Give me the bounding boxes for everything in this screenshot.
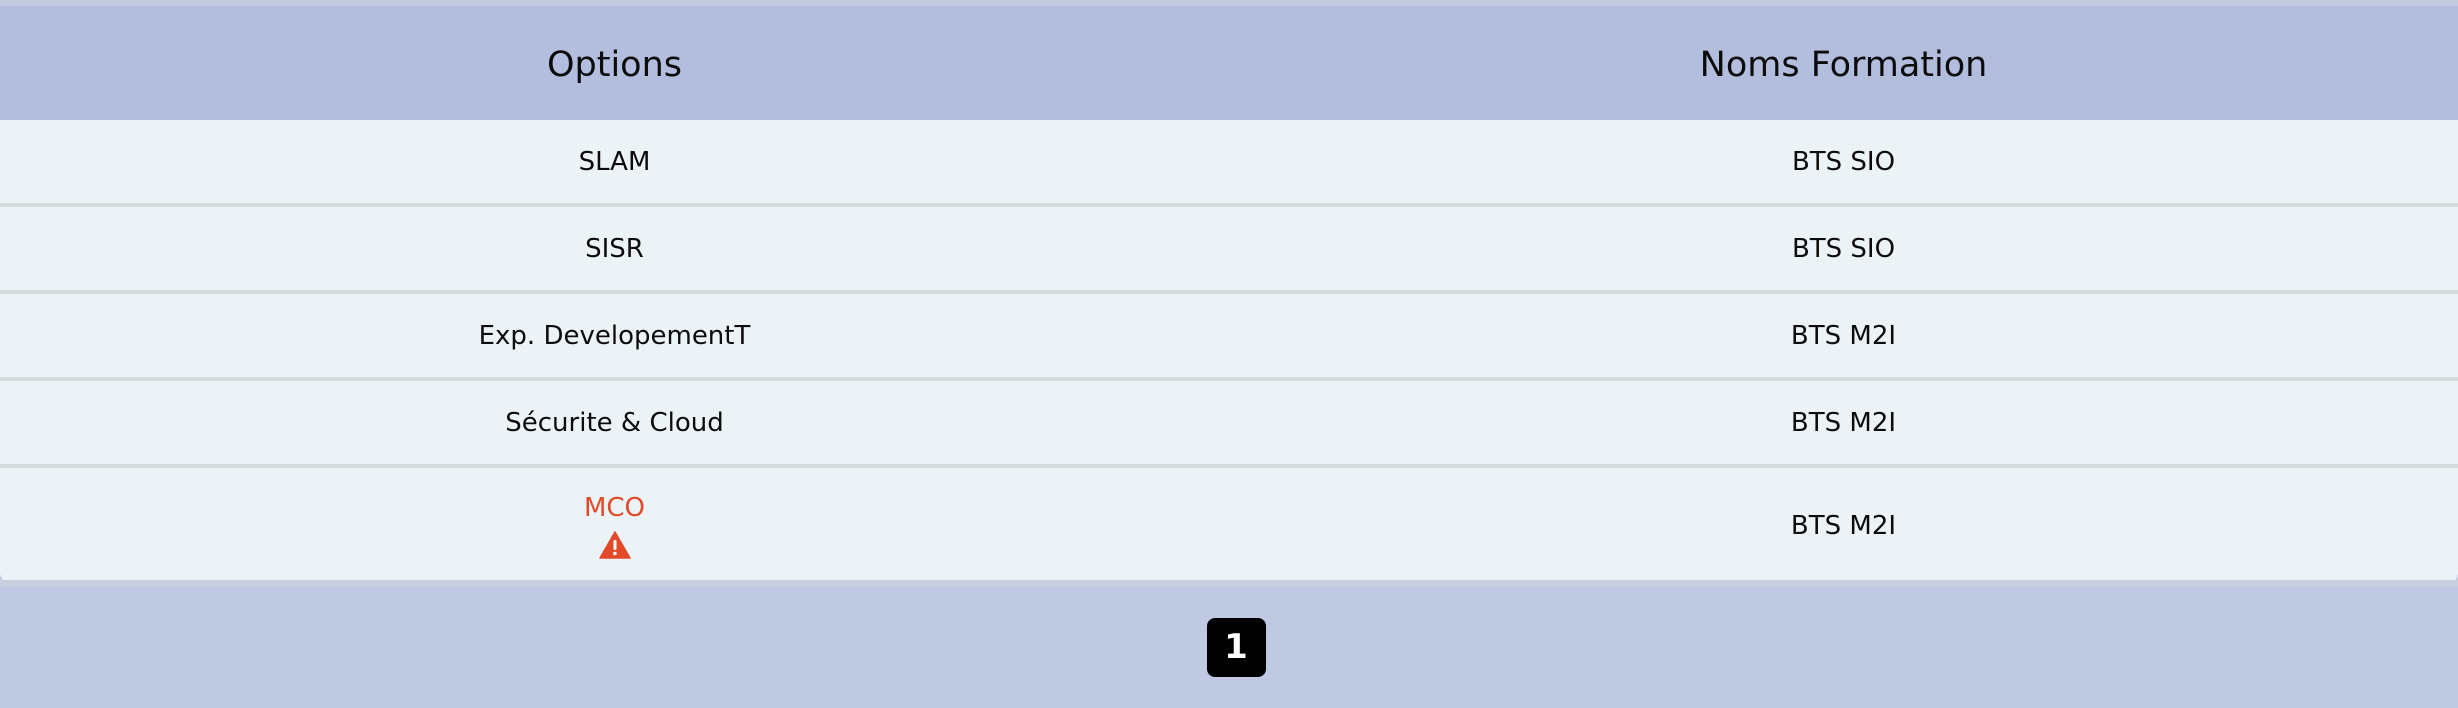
option-cell: Exp. DevelopementT	[478, 320, 751, 351]
column-header-noms-formation[interactable]: Noms Formation	[1229, 41, 2458, 85]
column-header-options[interactable]: Options	[0, 41, 1229, 85]
option-label: MCO	[583, 493, 646, 523]
page-button-1[interactable]: 1	[1206, 617, 1266, 677]
options-table: Options Noms Formation SLAM BTS SIO SISR…	[0, 6, 2458, 584]
formation-cell: BTS SIO	[1791, 233, 1896, 264]
table-row[interactable]: MCO BTS M2I	[0, 468, 2458, 584]
option-cell-alert: MCO	[0, 493, 1229, 559]
formation-cell: BTS M2I	[1790, 511, 1897, 541]
warning-triangle-icon	[598, 531, 631, 559]
formation-cell: BTS SIO	[1791, 146, 1896, 177]
table-row[interactable]: SLAM BTS SIO	[0, 120, 2458, 207]
table-row[interactable]: Sécurite & Cloud BTS M2I	[0, 381, 2458, 468]
option-cell: SLAM	[578, 146, 651, 177]
table-row[interactable]: SISR BTS SIO	[0, 207, 2458, 294]
option-cell: Sécurite & Cloud	[505, 407, 724, 438]
table-row[interactable]: Exp. DevelopementT BTS M2I	[0, 294, 2458, 381]
option-cell: SISR	[585, 233, 644, 264]
pagination: 1	[0, 586, 2458, 708]
table-header: Options Noms Formation	[0, 6, 2458, 120]
formation-cell: BTS M2I	[1790, 407, 1897, 438]
formation-cell: BTS M2I	[1790, 320, 1897, 351]
